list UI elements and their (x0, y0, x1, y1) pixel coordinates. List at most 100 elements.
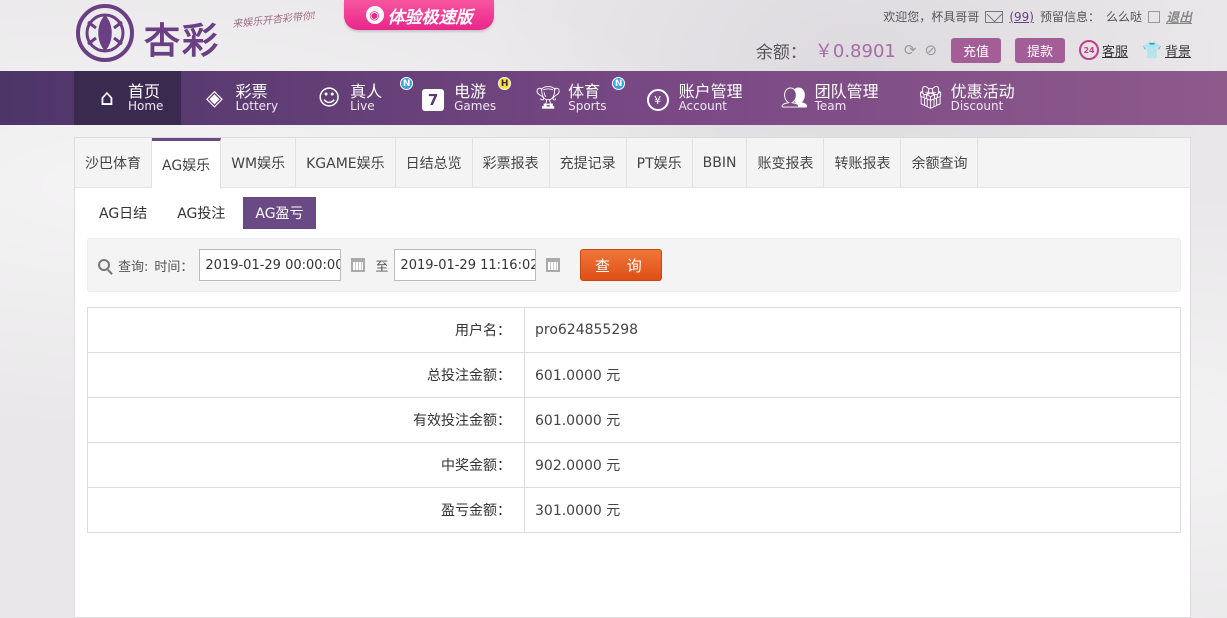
subtab-ag-bets[interactable]: AG投注 (165, 197, 237, 229)
nav-item-home[interactable]: ⌂ 首页 Home (74, 71, 182, 125)
message-count-link[interactable]: (99) (1009, 10, 1034, 24)
background-label: 背景 (1164, 44, 1191, 60)
tab-deposit-withdraw[interactable]: 充提记录 (550, 138, 627, 188)
tab-daily-overview[interactable]: 日结总览 (396, 138, 473, 188)
row-value: pro624855298 (524, 307, 1181, 353)
tab-transfer-report[interactable]: 转账报表 (824, 138, 902, 188)
ticket-icon: ◈ (205, 85, 223, 111)
report-tabs: 沙巴体育 AG娱乐 WM娱乐 KGAME娱乐 日结总览 彩票报表 充提记录 PT… (75, 138, 1190, 189)
tab-bbin[interactable]: BBIN (693, 138, 748, 188)
withdraw-button[interactable]: 提款 (1015, 37, 1066, 63)
sub-tabs: AG日结 AG投注 AG盈亏 (87, 197, 316, 229)
logo-text: 杏彩 (144, 20, 221, 62)
table-row: 有效投注金额： 601.0000 元 (87, 397, 1181, 443)
report-panel: 沙巴体育 AG娱乐 WM娱乐 KGAME娱乐 日结总览 彩票报表 充提记录 PT… (74, 137, 1191, 618)
gift-icon: 🎁︎ (916, 85, 945, 111)
nav-label-cn: 账户管理 (678, 81, 743, 101)
slot-seven-icon: 7 (422, 88, 445, 111)
dealer-icon: ☺ (317, 85, 341, 111)
mail-icon[interactable] (985, 10, 1004, 23)
table-row: 中奖金额： 902.0000 元 (87, 442, 1181, 488)
nav-label-en: Account (678, 99, 728, 114)
nav-item-team[interactable]: 👥︎ 团队管理 Team (761, 71, 897, 125)
nav-label-en: Home (128, 99, 164, 114)
nav-label-en: Discount (950, 99, 1004, 114)
nav-item-sports[interactable]: 🏆︎ 体育 Sports N (514, 71, 626, 125)
user-info-bar: 欢迎您，杯具哥哥 (99) 预留信息： 么么哒 退出 (883, 7, 1192, 27)
balance-label: 余额： (755, 42, 807, 63)
row-value: 601.0000 元 (524, 397, 1181, 443)
promo-button[interactable]: ◉ 体验极速版 (344, 0, 494, 30)
site-logo[interactable]: 杏彩 来娱乐开杏彩带你! (74, 2, 324, 64)
reserved-info-label: 预留信息： (1039, 10, 1100, 24)
to-label: 至 (375, 259, 389, 275)
table-row: 盈亏金额： 301.0000 元 (87, 487, 1181, 533)
nav-label-cn: 体育 (568, 81, 601, 101)
nav-item-account[interactable]: ¥ 账户管理 Account (625, 71, 761, 125)
tab-lottery-report[interactable]: 彩票报表 (473, 138, 550, 188)
nav-label-cn: 团队管理 (814, 81, 879, 101)
tab-saba-sports[interactable]: 沙巴体育 (75, 138, 152, 188)
refresh-icon[interactable]: ⟳ (904, 41, 917, 59)
time-label: 时间： (154, 259, 194, 275)
row-value: 601.0000 元 (524, 352, 1181, 398)
trophy-icon: 🏆︎ (534, 85, 563, 111)
balance-value: ￥0.8901 (814, 41, 896, 62)
edit-icon[interactable] (1147, 10, 1160, 23)
query-label: 查询: (118, 259, 149, 275)
nav-label-cn: 优惠活动 (950, 81, 1015, 101)
shirt-icon: 👕 (1142, 40, 1162, 60)
nav-label-en: Lottery (235, 99, 279, 114)
hot-badge: H (498, 77, 512, 90)
hide-balance-icon[interactable]: ⊘ (924, 41, 937, 59)
customer-service-icon: 24 (1079, 40, 1100, 60)
nav-item-live[interactable]: ☺ 真人 Live N (296, 71, 414, 125)
nav-label-cn: 彩票 (235, 81, 268, 101)
new-badge: N (612, 77, 626, 90)
recharge-button[interactable]: 充值 (951, 37, 1002, 63)
row-label: 中奖金额： (87, 442, 525, 488)
nav-label-en: Team (814, 99, 847, 114)
logout-link[interactable]: 退出 (1166, 7, 1192, 26)
result-table: 用户名： pro624855298 总投注金额： 601.0000 元 有效投注… (87, 307, 1181, 533)
nav-item-discount[interactable]: 🎁︎ 优惠活动 Discount (897, 71, 1033, 125)
customer-service-label: 客服 (1102, 44, 1129, 60)
tab-balance-query[interactable]: 余额查询 (901, 138, 979, 188)
welcome-label: 欢迎您，杯具哥哥 (883, 10, 980, 24)
logo-emblem-icon (76, 4, 134, 62)
nav-item-games[interactable]: 7 电游 Games H (400, 71, 514, 125)
start-time-input[interactable] (199, 249, 342, 281)
query-button[interactable]: 查 询 (580, 249, 663, 281)
tab-wm[interactable]: WM娱乐 (221, 138, 297, 188)
search-icon (98, 259, 110, 271)
table-row: 用户名： pro624855298 (87, 307, 1181, 353)
end-time-input[interactable] (394, 249, 537, 281)
row-label: 有效投注金额： (87, 397, 525, 443)
tab-ag[interactable]: AG娱乐 (152, 138, 222, 189)
tab-account-change[interactable]: 账变报表 (747, 138, 825, 188)
username: 杯具哥哥 (931, 10, 980, 24)
calendar-icon[interactable] (351, 258, 366, 272)
subtab-ag-profit-loss[interactable]: AG盈亏 (243, 197, 316, 229)
calendar-icon[interactable] (546, 258, 561, 272)
nav-item-lottery[interactable]: ◈ 彩票 Lottery (181, 71, 296, 125)
main-nav: ⌂ 首页 Home ◈ 彩票 Lottery ☺ 真人 Live N 7 电游 Game… (0, 71, 1227, 125)
nav-label-cn: 首页 (128, 81, 161, 101)
nav-label-cn: 电游 (454, 81, 487, 101)
query-bar: 查询: 时间： 至 查 询 (87, 238, 1181, 292)
nav-label-en: Games (454, 99, 497, 114)
nav-label-cn: 真人 (350, 81, 383, 101)
balance-bar: 余额： ￥0.8901 ⟳ ⊘ 充值 提款 24 客服 👕 背景 (756, 37, 1191, 63)
logo-slogan: 来娱乐开杏彩带你! (231, 10, 317, 31)
tab-pt[interactable]: PT娱乐 (627, 138, 693, 188)
tab-kgame[interactable]: KGAME娱乐 (296, 138, 396, 188)
row-label: 盈亏金额： (87, 487, 525, 533)
background-link[interactable]: 👕 背景 (1142, 41, 1191, 60)
subtab-ag-daily[interactable]: AG日结 (87, 197, 159, 229)
customer-service-link[interactable]: 24 客服 (1079, 40, 1128, 60)
header: 杏彩 来娱乐开杏彩带你! ◉ 体验极速版 欢迎您，杯具哥哥 (99) 预留信息：… (0, 0, 1227, 71)
home-icon: ⌂ (100, 85, 114, 111)
row-label: 用户名： (87, 307, 525, 353)
nav-label-en: Sports (568, 99, 607, 114)
promo-icon: ◉ (365, 6, 384, 24)
